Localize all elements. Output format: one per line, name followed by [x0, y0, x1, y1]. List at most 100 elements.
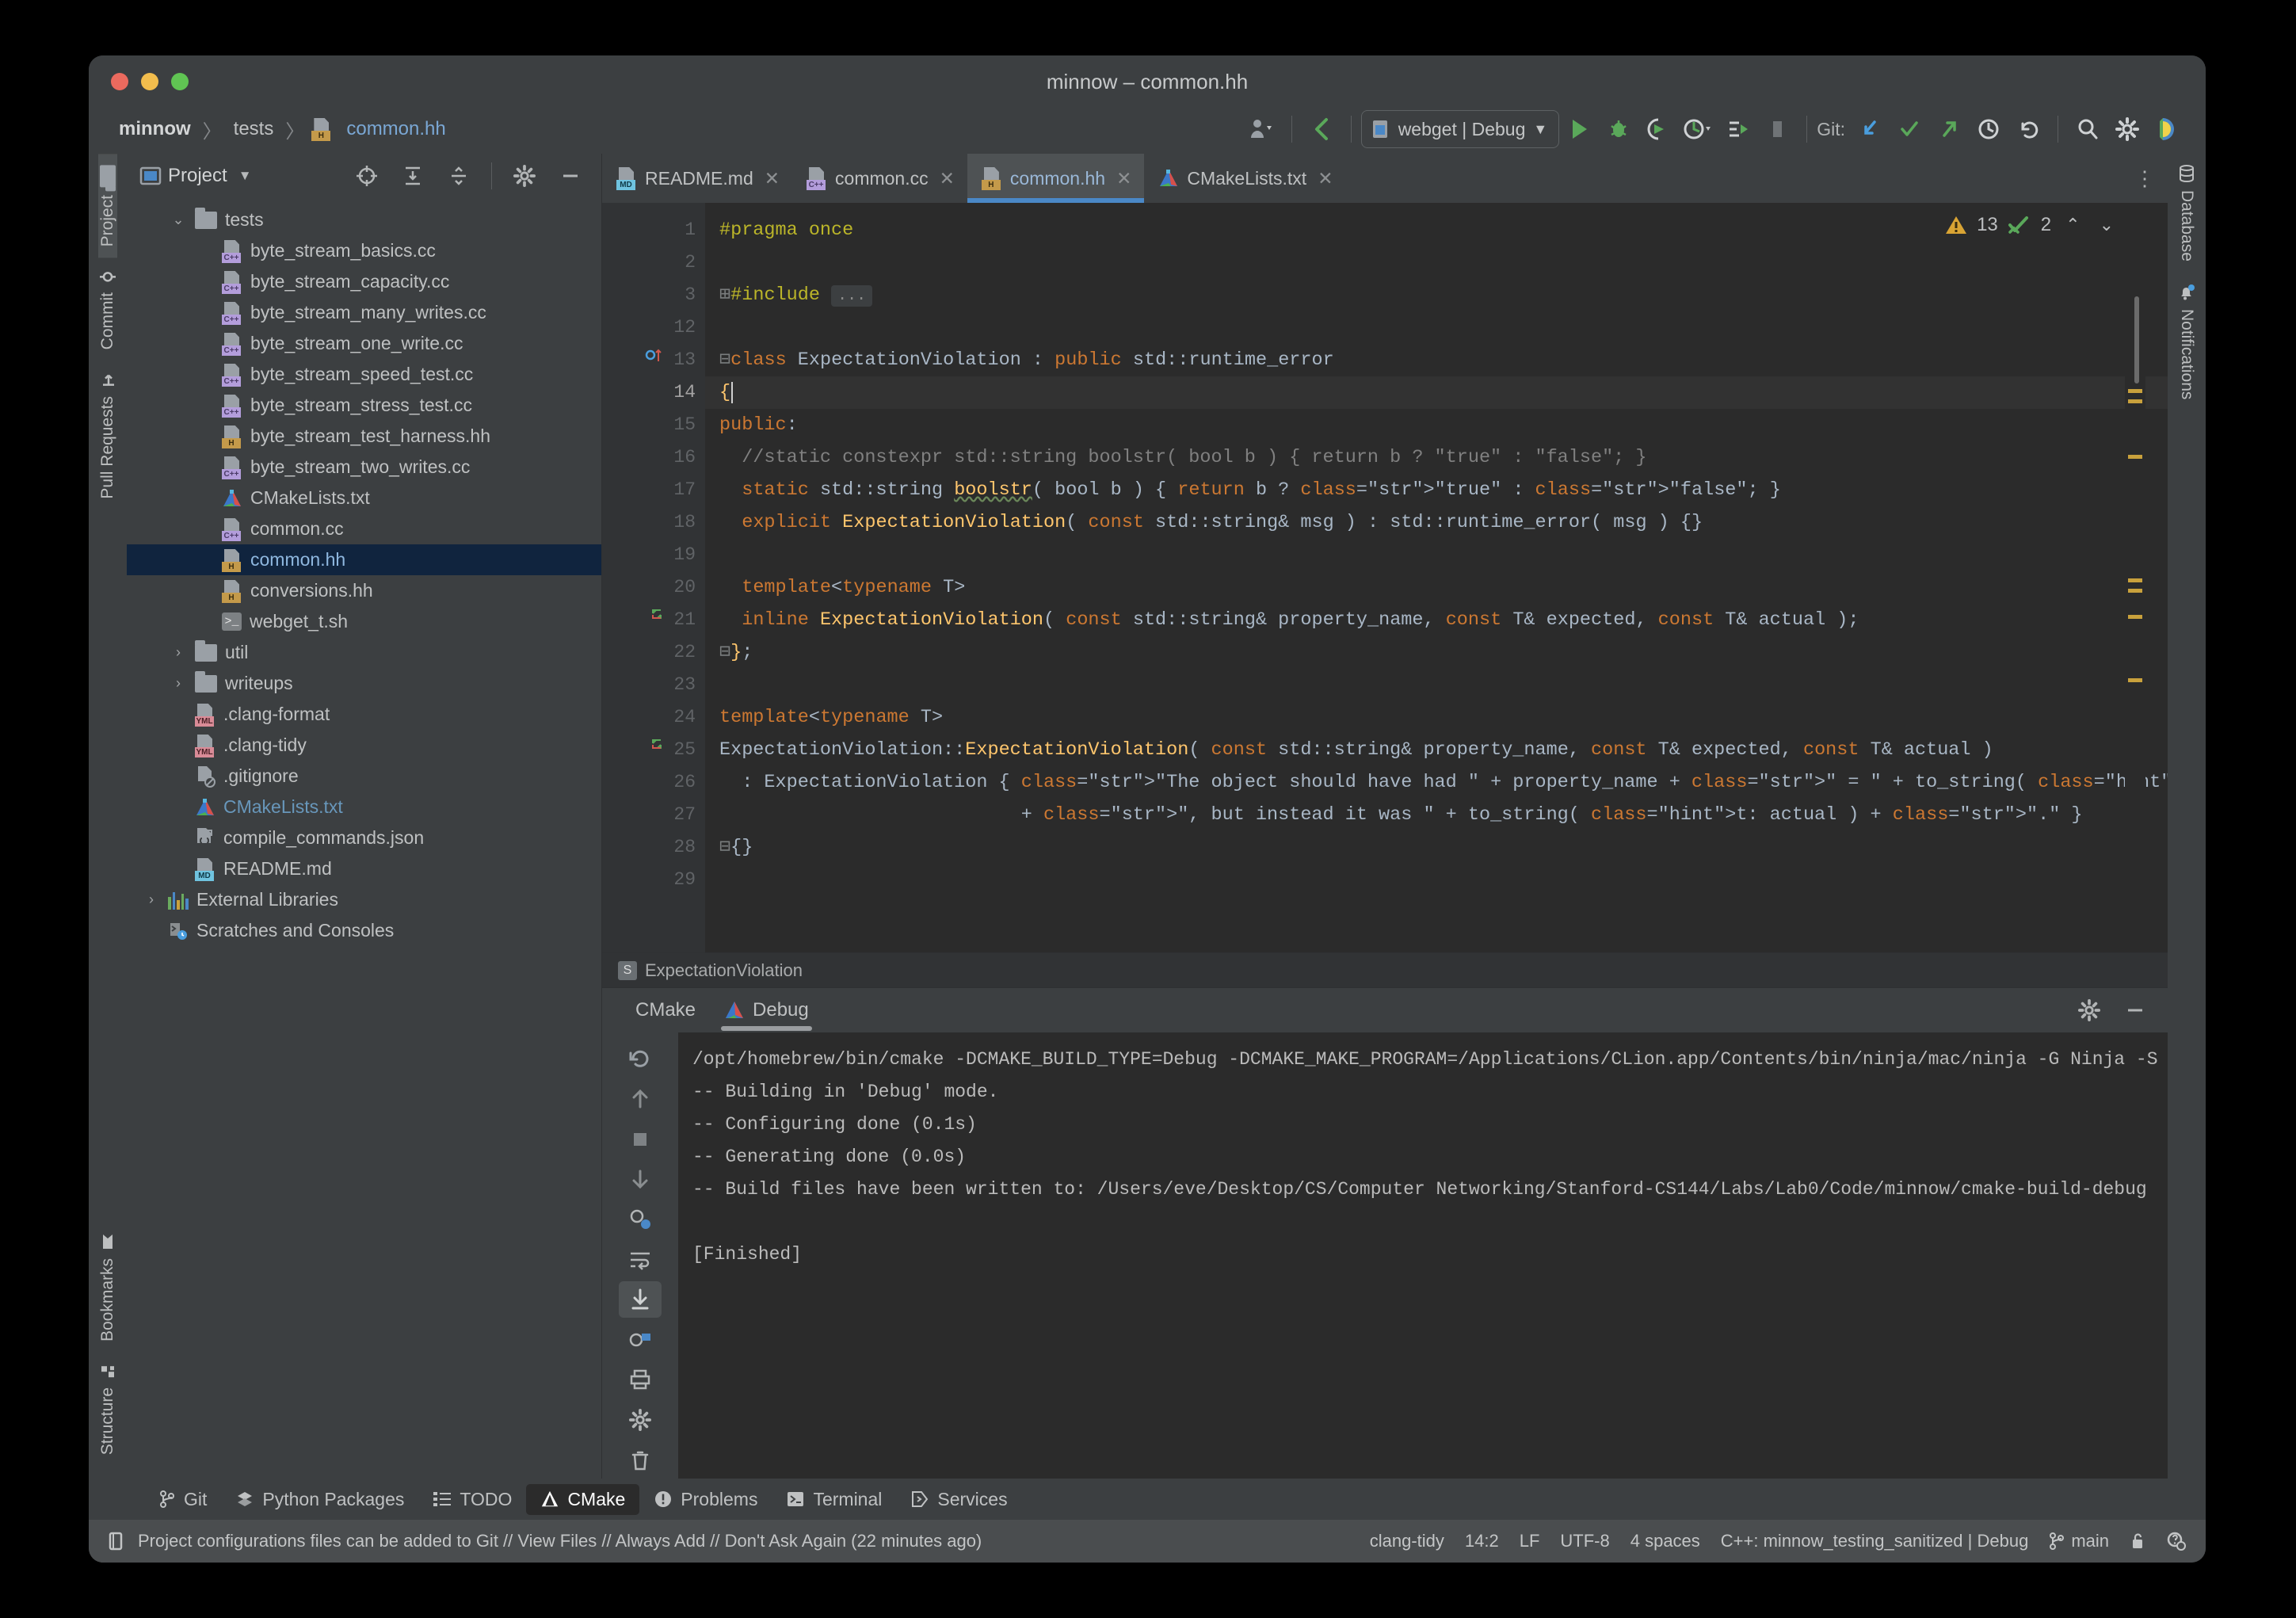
back-arrow-icon[interactable]	[1302, 111, 1341, 147]
code-line-2[interactable]	[705, 246, 2168, 279]
code-line-29[interactable]	[705, 864, 2168, 896]
collapse-all-icon[interactable]	[439, 158, 479, 194]
tree-item-webget-t-sh[interactable]: >_webget_t.sh	[127, 606, 601, 637]
code-line-27[interactable]: + class="str">", but instead it was " + …	[705, 799, 2168, 831]
run-configuration-selector[interactable]: webget | Debug ▼	[1361, 110, 1560, 148]
declaration-link-icon[interactable]	[646, 734, 667, 756]
code-line-17[interactable]: static std::string boolstr( bool b ) { r…	[705, 474, 2168, 506]
tree-item-tests[interactable]: ⌄tests	[127, 204, 601, 235]
tool-window-button-problems[interactable]: Problems	[639, 1484, 772, 1515]
gutter-line-23[interactable]: 23	[602, 669, 705, 701]
tree-item-external-libraries[interactable]: ›External Libraries	[127, 884, 601, 915]
warning-marker[interactable]	[2128, 399, 2142, 403]
encoding[interactable]: UTF-8	[1560, 1531, 1609, 1551]
sidebar-item-database[interactable]: Database	[2177, 154, 2196, 273]
tool-window-button-python-packages[interactable]: Python Packages	[221, 1484, 418, 1515]
wrap-text-icon[interactable]	[619, 1241, 662, 1278]
gutter-line-26[interactable]: 26	[602, 766, 705, 799]
gutter-line-29[interactable]: 29	[602, 864, 705, 896]
git-branch-widget[interactable]: main	[2049, 1531, 2109, 1551]
editor-tab-common-cc[interactable]: C++common.cc✕	[792, 154, 967, 203]
warning-marker[interactable]	[2128, 589, 2142, 593]
tool-tab-debug[interactable]: Debug	[710, 988, 823, 1032]
rerun-icon[interactable]	[619, 1040, 662, 1078]
tool-window-button-cmake[interactable]: CMake	[526, 1484, 639, 1515]
chevron-right-icon[interactable]: ›	[143, 891, 160, 908]
gutter-line-14[interactable]: 14	[602, 376, 705, 409]
chevron-up-icon[interactable]: ⌃	[2061, 215, 2084, 235]
tree-item-compile-commands-json[interactable]: compile_commands.json	[127, 822, 601, 853]
tree-item-byte-stream-test-harness-hh[interactable]: Hbyte_stream_test_harness.hh	[127, 421, 601, 452]
close-tab-icon[interactable]: ✕	[940, 168, 955, 189]
chevron-right-icon[interactable]: ›	[170, 675, 187, 692]
notification-icon[interactable]	[106, 1531, 125, 1551]
tree-item-util[interactable]: ›util	[127, 637, 601, 668]
editor-marker-scrollbar[interactable]	[2125, 203, 2145, 952]
git-commit-icon[interactable]	[1890, 111, 1929, 147]
minimize-icon[interactable]	[2115, 992, 2155, 1028]
warning-marker[interactable]	[2128, 615, 2142, 619]
close-tab-icon[interactable]: ✕	[1116, 168, 1131, 189]
tool-tab-cmake[interactable]: CMake	[621, 988, 710, 1032]
tree-item-byte-stream-stress-test-cc[interactable]: C++byte_stream_stress_test.cc	[127, 390, 601, 421]
cmake-console-output[interactable]: /opt/homebrew/bin/cmake -DCMAKE_BUILD_TY…	[678, 1032, 2168, 1479]
run-icon[interactable]	[1559, 111, 1599, 147]
tree-item-writeups[interactable]: ›writeups	[127, 668, 601, 699]
tree-item-conversions-hh[interactable]: Hconversions.hh	[127, 575, 601, 606]
override-marker-icon[interactable]	[643, 344, 664, 364]
code-line-22[interactable]: ⊟};	[705, 636, 2168, 669]
gear-icon[interactable]	[2069, 992, 2109, 1028]
chevron-down-icon[interactable]: ▼	[238, 168, 252, 184]
read-only-icon[interactable]	[2130, 1532, 2145, 1551]
code-line-24[interactable]: template<typename T>	[705, 701, 2168, 734]
git-rollback-icon[interactable]	[2008, 111, 2048, 147]
declaration-link-icon[interactable]	[646, 604, 667, 626]
tree-item-byte-stream-capacity-cc[interactable]: C++byte_stream_capacity.cc	[127, 266, 601, 297]
code-line-26[interactable]: : ExpectationViolation { class="str">"Th…	[705, 766, 2168, 799]
gutter-line-3[interactable]: 3	[602, 279, 705, 311]
gutter-line-2[interactable]: 2	[602, 246, 705, 279]
chevron-down-icon[interactable]: ⌄	[170, 212, 187, 228]
tool-window-button-todo[interactable]: TODO	[418, 1484, 526, 1515]
search-icon[interactable]	[2068, 111, 2107, 147]
chevron-down-icon[interactable]: ⌄	[2095, 215, 2119, 235]
code-line-23[interactable]	[705, 669, 2168, 701]
sidebar-item-bookmarks[interactable]: Bookmarks	[98, 1222, 117, 1353]
settings-icon[interactable]	[619, 1402, 662, 1439]
tree-item-scratches-and-consoles[interactable]: Scratches and Consoles	[127, 915, 601, 946]
editor-code-area[interactable]: #pragma once⊞#include ...⊟class Expectat…	[705, 203, 2168, 952]
gutter-line-19[interactable]: 19	[602, 539, 705, 571]
code-line-25[interactable]: ExpectationViolation::ExpectationViolati…	[705, 734, 2168, 766]
debug-icon[interactable]	[1599, 111, 1638, 147]
warning-marker[interactable]	[2128, 678, 2142, 682]
editor-gutter[interactable]: 123121314151617181920212223242526272829	[602, 203, 705, 952]
editor-tab-common-hh[interactable]: Hcommon.hh✕	[967, 154, 1144, 203]
locate-icon[interactable]	[347, 158, 387, 194]
tool-window-button-git[interactable]: Git	[144, 1484, 221, 1515]
code-line-13[interactable]: ⊟class ExpectationViolation : public std…	[705, 344, 2168, 376]
line-separator[interactable]: LF	[1520, 1531, 1540, 1551]
editor-status-breadcrumb[interactable]: S ExpectationViolation	[602, 952, 2168, 987]
editor-tab-cmakelists-txt[interactable]: CMakeLists.txt✕	[1144, 154, 1345, 203]
gutter-line-13[interactable]: 13	[602, 344, 705, 376]
scrollbar-thumb[interactable]	[2134, 296, 2139, 384]
code-line-28[interactable]: ⊟{}	[705, 831, 2168, 864]
gutter-line-18[interactable]: 18	[602, 506, 705, 539]
run-with-coverage-icon[interactable]	[1638, 111, 1678, 147]
gutter-line-16[interactable]: 16	[602, 441, 705, 474]
cmake-settings-icon[interactable]	[619, 1201, 662, 1238]
expand-all-icon[interactable]	[393, 158, 433, 194]
code-line-12[interactable]	[705, 311, 2168, 344]
code-line-14[interactable]: {	[705, 376, 2168, 409]
tree-item-byte-stream-speed-test-cc[interactable]: C++byte_stream_speed_test.cc	[127, 359, 601, 390]
gutter-line-27[interactable]: 27	[602, 799, 705, 831]
gutter-line-22[interactable]: 22	[602, 636, 705, 669]
tool-window-button-services[interactable]: Services	[896, 1484, 1021, 1515]
gutter-line-1[interactable]: 1	[602, 214, 705, 246]
print-icon[interactable]	[619, 1361, 662, 1399]
tree-item--clang-format[interactable]: YML.clang-format	[127, 699, 601, 730]
tree-item-byte-stream-one-write-cc[interactable]: C++byte_stream_one_write.cc	[127, 328, 601, 359]
breadcrumb-folder[interactable]: tests	[226, 116, 282, 143]
sidebar-item-pull-requests[interactable]: Pull Requests	[98, 361, 117, 510]
build-icon[interactable]	[1718, 111, 1757, 147]
